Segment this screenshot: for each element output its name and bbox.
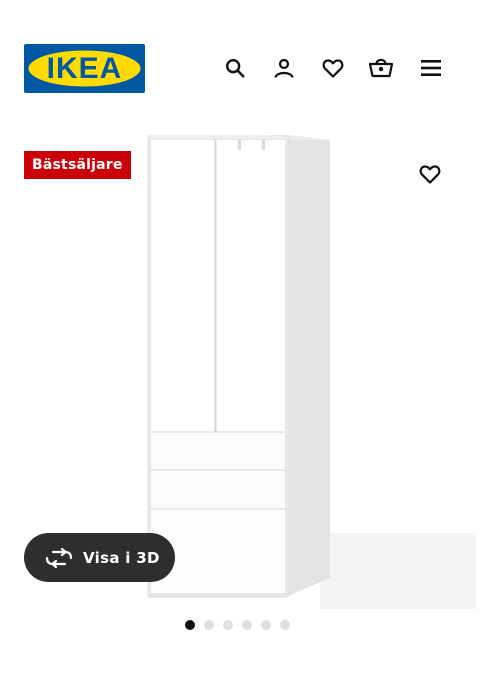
view-in-3d-label: Visa i 3D	[83, 548, 160, 567]
menu-icon[interactable]	[417, 54, 445, 82]
carousel-dot[interactable]	[185, 620, 195, 630]
shopping-bag-icon[interactable]	[367, 54, 395, 82]
heart-icon	[419, 165, 441, 184]
header: IKEA	[0, 0, 480, 120]
user-icon[interactable]	[270, 54, 298, 82]
product-image[interactable]	[140, 128, 480, 613]
add-to-favourites-button[interactable]	[414, 158, 446, 190]
carousel-dot[interactable]	[223, 620, 233, 630]
view-in-3d-button[interactable]: Visa i 3D	[24, 533, 175, 582]
carousel-dot[interactable]	[242, 620, 252, 630]
carousel-dot[interactable]	[261, 620, 271, 630]
bestseller-badge: Bästsäljare	[24, 151, 131, 179]
heart-icon[interactable]	[319, 54, 347, 82]
carousel-pagination	[185, 620, 290, 632]
carousel-dot[interactable]	[280, 620, 290, 630]
carousel-dot[interactable]	[204, 620, 214, 630]
ikea-logo[interactable]: IKEA	[24, 44, 145, 93]
search-icon[interactable]	[221, 54, 249, 82]
svg-text:IKEA: IKEA	[47, 52, 123, 85]
rotate-360-icon	[45, 546, 73, 570]
